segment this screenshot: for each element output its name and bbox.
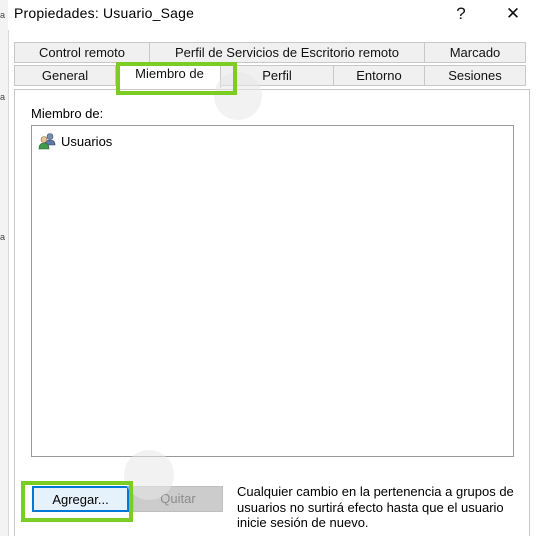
tab-general[interactable]: General [14, 65, 116, 86]
member-of-label: Miembro de: [31, 106, 104, 121]
tab-perfil[interactable]: Perfil [220, 65, 334, 86]
tab-control-remoto[interactable]: Control remoto [14, 42, 150, 63]
member-of-list[interactable]: Usuarios [31, 125, 514, 457]
window-title: Propiedades: Usuario_Sage [14, 5, 195, 21]
background-text: a [0, 232, 6, 242]
tab-strip: Control remoto Perfil de Servicios de Es… [14, 42, 526, 89]
background-text: a [0, 92, 6, 102]
close-icon[interactable]: ✕ [490, 0, 536, 28]
background-window-edge: a a a [0, 0, 9, 536]
properties-dialog: a a a Propiedades: Usuario_Sage ? ✕ Cont… [0, 0, 542, 536]
add-button[interactable]: Agregar... [32, 486, 129, 512]
tab-entorno[interactable]: Entorno [333, 65, 425, 86]
tab-miembro-de[interactable]: Miembro de [118, 63, 221, 88]
tab-sesiones[interactable]: Sesiones [424, 65, 526, 86]
background-text: a [0, 10, 6, 20]
tab-perfil-servicios-escritorio-remoto[interactable]: Perfil de Servicios de Escritorio remoto [149, 42, 425, 63]
title-bar: Propiedades: Usuario_Sage ? ✕ [8, 0, 542, 30]
user-group-icon [38, 132, 57, 150]
question-icon[interactable]: ? [438, 0, 484, 28]
list-item[interactable]: Usuarios [38, 132, 112, 150]
group-name: Usuarios [61, 133, 113, 149]
remove-button[interactable]: Quitar [133, 486, 223, 512]
tab-marcado[interactable]: Marcado [424, 42, 526, 63]
membership-note: Cualquier cambio en la pertenencia a gru… [237, 484, 514, 530]
